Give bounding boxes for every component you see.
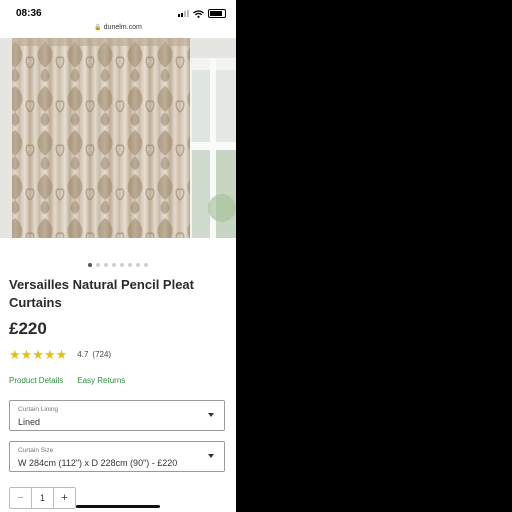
easy-returns-link[interactable]: Easy Returns	[77, 376, 125, 385]
product-details-link[interactable]: Product Details	[9, 376, 63, 385]
curtain-lining-select[interactable]: Curtain Lining Lined	[9, 400, 225, 431]
chevron-down-icon	[208, 413, 214, 417]
status-bar: 08:36	[0, 0, 236, 24]
product-links: Product Details Easy Returns	[9, 376, 125, 385]
signal-icon	[178, 10, 189, 17]
curtain-size-select[interactable]: Curtain Size W 284cm (112") x D 228cm (9…	[9, 441, 225, 472]
url-text: dunelm.com	[103, 24, 142, 31]
review-count[interactable]: (724)	[92, 350, 111, 359]
carousel-dot[interactable]	[112, 263, 116, 267]
product-price: £220	[9, 319, 47, 338]
quantity-stepper[interactable]: − 1 +	[9, 487, 76, 509]
curtain-size-value: W 284cm (112") x D 228cm (90") - £220	[18, 458, 178, 468]
plus-icon[interactable]: +	[54, 488, 75, 508]
stars-glyphs: ★★★★★	[9, 347, 68, 362]
curtain-image	[0, 38, 236, 238]
carousel-dot[interactable]	[144, 263, 148, 267]
carousel-dot[interactable]	[120, 263, 124, 267]
curtain-size-label: Curtain Size	[18, 447, 54, 454]
curtain-lining-value: Lined	[18, 417, 41, 427]
quantity-value[interactable]: 1	[31, 488, 54, 508]
star-rating-icon: ★★★★★	[9, 348, 67, 361]
status-time: 08:36	[16, 8, 42, 19]
minus-icon[interactable]: −	[10, 488, 31, 508]
wifi-icon	[193, 9, 204, 18]
curtain-lining-label: Curtain Lining	[18, 406, 59, 413]
carousel-dot[interactable]	[128, 263, 132, 267]
product-image[interactable]	[0, 38, 236, 238]
home-indicator[interactable]	[76, 505, 160, 508]
carousel-dot[interactable]	[88, 263, 92, 267]
status-icons	[178, 9, 226, 18]
phone-screen: 08:36 🔒 dunelm.com Versailles Natural Pe…	[0, 0, 236, 512]
chevron-down-icon	[208, 454, 214, 458]
carousel-dot[interactable]	[96, 263, 100, 267]
rating-value: 4.7	[77, 350, 89, 359]
rating-row[interactable]: ★★★★★ 4.7 (724)	[9, 348, 111, 361]
product-title: Versailles Natural Pencil Pleat Curtains	[9, 277, 194, 310]
address-bar[interactable]: 🔒 dunelm.com	[0, 24, 236, 38]
lock-icon: 🔒	[94, 25, 102, 31]
battery-icon	[208, 9, 226, 18]
carousel-dot[interactable]	[104, 263, 108, 267]
carousel-dot[interactable]	[136, 263, 140, 267]
carousel-dots[interactable]	[0, 254, 236, 272]
